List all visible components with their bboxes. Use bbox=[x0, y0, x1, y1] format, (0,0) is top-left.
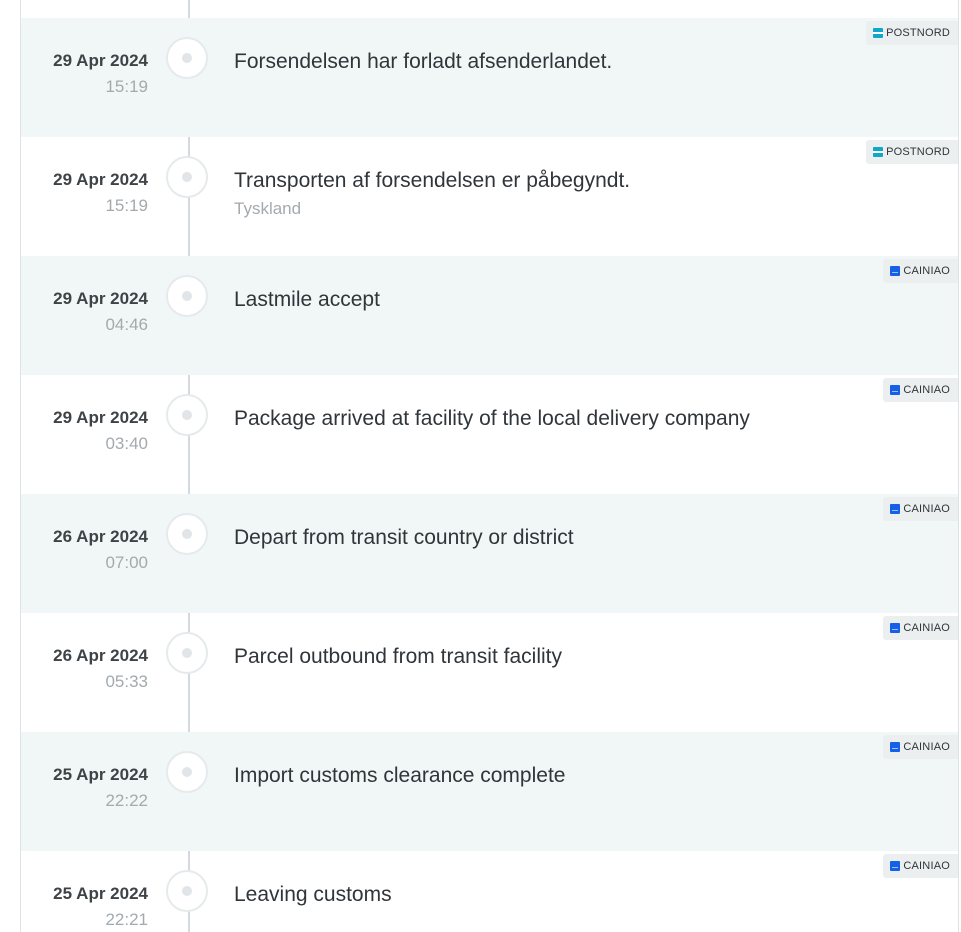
event-date: 25 Apr 2024 bbox=[53, 765, 148, 784]
carrier-name: CAINIAO bbox=[903, 860, 950, 872]
event-message: Lastmile accept bbox=[234, 288, 380, 311]
carrier-badge: POSTNORD bbox=[866, 140, 958, 164]
timeline-dot bbox=[182, 648, 192, 658]
event-time: 03:40 bbox=[105, 434, 148, 453]
timeline-dot bbox=[182, 529, 192, 539]
event-time: 22:21 bbox=[105, 910, 148, 929]
postnord-logo-icon bbox=[873, 28, 884, 38]
cainiao-logo-icon bbox=[890, 504, 901, 514]
event-date: 26 Apr 2024 bbox=[53, 646, 148, 665]
tracking-event: 29 Apr 2024 15:19 Forsendelsen har forla… bbox=[21, 18, 958, 137]
event-time: 15:19 bbox=[105, 196, 148, 215]
timeline-marker bbox=[166, 513, 208, 555]
carrier-name: CAINIAO bbox=[903, 265, 950, 277]
event-time: 22:22 bbox=[105, 791, 148, 810]
timeline-dot bbox=[182, 53, 192, 63]
timeline-marker bbox=[166, 37, 208, 79]
timeline-marker bbox=[166, 870, 208, 912]
carrier-badge: CAINIAO bbox=[883, 735, 958, 759]
carrier-name: POSTNORD bbox=[886, 27, 950, 39]
tracking-event: 29 Apr 2024 03:40 Package arrived at fac… bbox=[21, 375, 958, 494]
event-message: Depart from transit country or district bbox=[234, 526, 574, 549]
cainiao-logo-icon bbox=[890, 266, 901, 276]
carrier-badge: CAINIAO bbox=[883, 259, 958, 283]
carrier-name: CAINIAO bbox=[903, 503, 950, 515]
event-message: Parcel outbound from transit facility bbox=[234, 645, 562, 668]
event-time: 07:00 bbox=[105, 553, 148, 572]
timeline-dot bbox=[182, 291, 192, 301]
carrier-name: CAINIAO bbox=[903, 384, 950, 396]
event-time: 04:46 bbox=[105, 315, 148, 334]
event-time: 05:33 bbox=[105, 672, 148, 691]
carrier-badge: CAINIAO bbox=[883, 378, 958, 402]
event-date: 26 Apr 2024 bbox=[53, 527, 148, 546]
event-date: 29 Apr 2024 bbox=[53, 408, 148, 427]
cainiao-logo-icon bbox=[890, 623, 901, 633]
timeline-marker bbox=[166, 394, 208, 436]
event-date: 29 Apr 2024 bbox=[53, 170, 148, 189]
tracking-event: 25 Apr 2024 22:21 Leaving customs CAINIA… bbox=[21, 851, 958, 932]
cainiao-logo-icon bbox=[890, 742, 901, 752]
carrier-badge: CAINIAO bbox=[883, 497, 958, 521]
tracking-event: 29 Apr 2024 04:46 Lastmile accept CAINIA… bbox=[21, 256, 958, 375]
timeline-dot bbox=[182, 767, 192, 777]
timeline-dot bbox=[182, 172, 192, 182]
tracking-event: 29 Apr 2024 15:19 Transporten af forsend… bbox=[21, 137, 958, 256]
event-message: Forsendelsen har forladt afsenderlandet. bbox=[234, 50, 613, 73]
tracking-event: 26 Apr 2024 05:33 Parcel outbound from t… bbox=[21, 613, 958, 732]
event-message: Transporten af forsendelsen er påbegyndt… bbox=[234, 169, 631, 192]
event-message: Package arrived at facility of the local… bbox=[234, 407, 750, 430]
carrier-name: CAINIAO bbox=[903, 622, 950, 634]
timeline-marker bbox=[166, 751, 208, 793]
timeline-dot bbox=[182, 410, 192, 420]
cainiao-logo-icon bbox=[890, 861, 901, 871]
event-location: Tyskland bbox=[234, 199, 302, 218]
carrier-badge: CAINIAO bbox=[883, 854, 958, 878]
carrier-badge: POSTNORD bbox=[866, 21, 958, 45]
event-date: 29 Apr 2024 bbox=[53, 289, 148, 308]
cainiao-logo-icon bbox=[890, 385, 901, 395]
timeline-marker bbox=[166, 632, 208, 674]
event-date: 25 Apr 2024 bbox=[53, 884, 148, 903]
event-time: 15:19 bbox=[105, 77, 148, 96]
timeline-dot bbox=[182, 886, 192, 896]
tracking-timeline-panel: 29 Apr 2024 15:19 Forsendelsen har forla… bbox=[20, 0, 959, 932]
event-message: Import customs clearance complete bbox=[234, 764, 566, 787]
tracking-event: 25 Apr 2024 22:22 Import customs clearan… bbox=[21, 732, 958, 851]
event-message: Leaving customs bbox=[234, 883, 392, 906]
carrier-name: CAINIAO bbox=[903, 741, 950, 753]
carrier-name: POSTNORD bbox=[886, 146, 950, 158]
carrier-badge: CAINIAO bbox=[883, 616, 958, 640]
timeline-marker bbox=[166, 156, 208, 198]
timeline-marker bbox=[166, 275, 208, 317]
postnord-logo-icon bbox=[873, 147, 884, 157]
tracking-event: 26 Apr 2024 07:00 Depart from transit co… bbox=[21, 494, 958, 613]
event-date: 29 Apr 2024 bbox=[53, 51, 148, 70]
timeline-top-spacer bbox=[21, 0, 958, 18]
